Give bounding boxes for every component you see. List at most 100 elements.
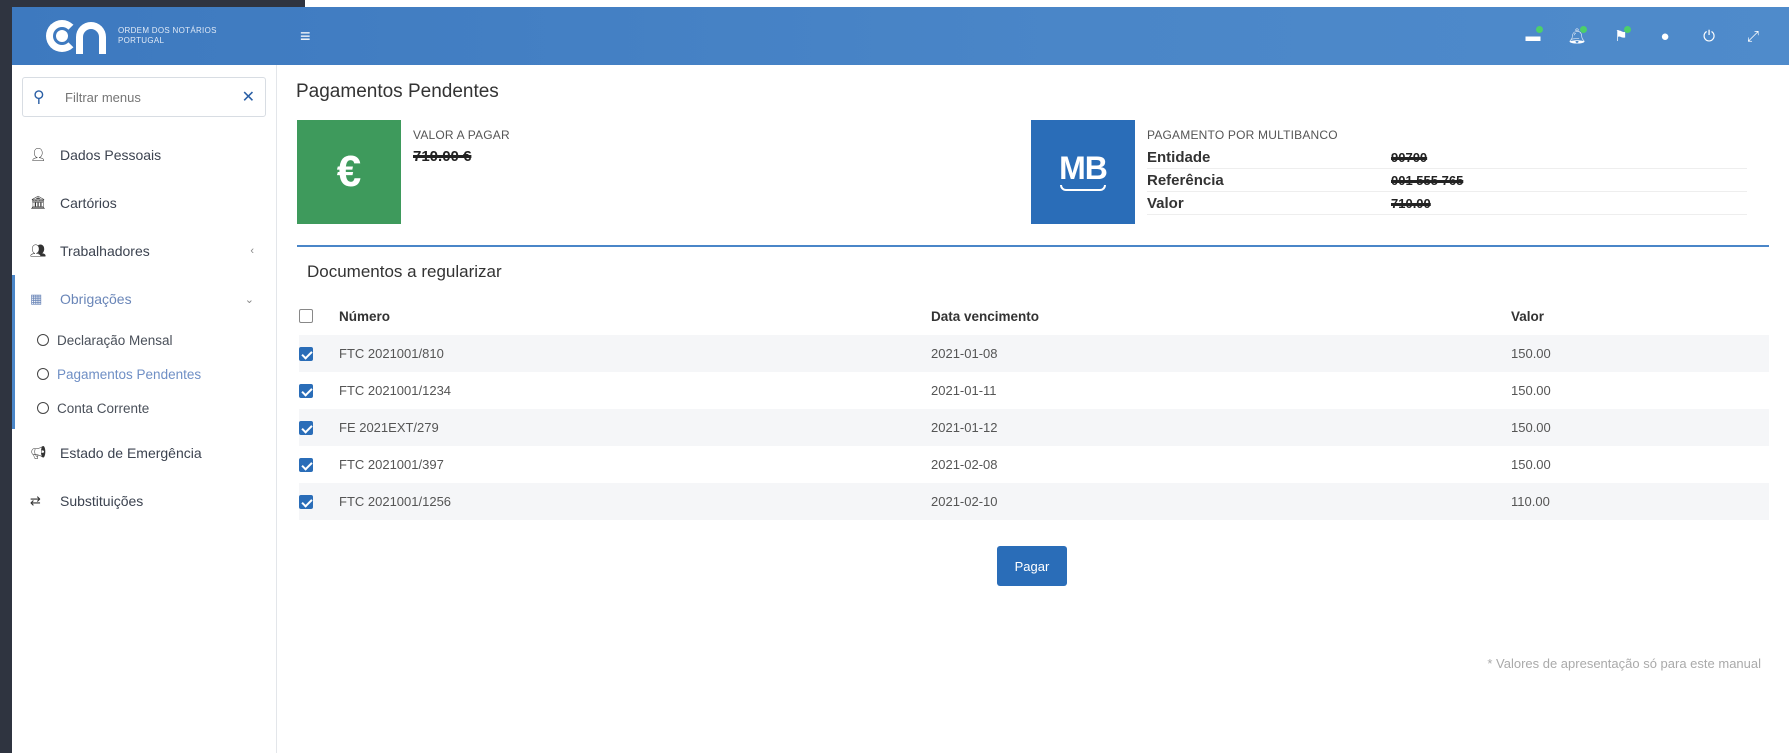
window-frame-top — [0, 0, 305, 7]
pay-button[interactable]: Pagar — [997, 546, 1067, 586]
sidebar-item-substituicoes[interactable]: ⇄ Substituições — [12, 477, 276, 525]
sidebar-item-cartorios[interactable]: 🏛︎ Cartórios — [12, 179, 276, 227]
documents-title: Documentos a regularizar — [307, 262, 502, 281]
user-icon[interactable]: ● — [1643, 16, 1687, 56]
table-row: FE 2021EXT/279 2021-01-12 150.00 — [299, 409, 1769, 446]
sidebar-item-trabalhadores[interactable]: 👥︎ Trabalhadores ‹ — [12, 227, 276, 275]
hamburger-icon[interactable]: ≡ — [300, 27, 311, 45]
sidebar-item-label: Substituições — [60, 493, 144, 509]
sidebar-subitem-pagamentos-pendentes[interactable]: Pagamentos Pendentes — [15, 357, 276, 391]
circle-icon — [37, 402, 49, 414]
cell-value: 150.00 — [1511, 346, 1551, 361]
messages-icon[interactable]: ▬ — [1511, 16, 1555, 56]
notification-badge — [1624, 26, 1631, 33]
cell-due-date: 2021-01-08 — [931, 346, 998, 361]
multibanco-row-value: 710.00 — [1391, 195, 1431, 211]
euro-icon: € — [297, 120, 401, 224]
circle-icon — [37, 334, 49, 346]
logo-mark-icon — [42, 16, 110, 56]
notification-badge — [1536, 26, 1543, 33]
close-icon[interactable]: ✕ — [242, 87, 255, 107]
sidebar-subitem-label: Pagamentos Pendentes — [57, 366, 202, 382]
row-checkbox[interactable] — [299, 494, 313, 509]
main-content: Pagamentos Pendentes € VALOR A PAGAR 710… — [285, 65, 1769, 753]
sidebar-menu: 👤︎ Dados Pessoais 🏛︎ Cartórios 👥︎ Trabal… — [12, 131, 276, 525]
user-icon: 👤︎ — [30, 147, 47, 162]
table-row: FTC 2021001/810 2021-01-08 150.00 — [299, 335, 1769, 372]
multibanco-row-valor: Valor 710.00 — [1147, 192, 1747, 215]
sidebar-subitem-label: Conta Corrente — [57, 400, 150, 416]
cell-value: 110.00 — [1511, 494, 1550, 509]
cell-value: 150.00 — [1511, 457, 1551, 472]
sidebar-item-estado-emergencia[interactable]: 📢︎ Estado de Emergência — [12, 429, 276, 477]
window-frame-top-light — [305, 0, 1789, 7]
expand-icon[interactable]: ⤢ — [1731, 16, 1775, 56]
sidebar-subitem-declaracao-mensal[interactable]: Declaração Mensal — [15, 323, 276, 357]
header-due-date[interactable]: Data vencimento — [931, 309, 1511, 324]
multibanco-rows: Entidade 90700 Referência 001 555 765 Va… — [1147, 146, 1747, 215]
table-header: Número Data vencimento Valor — [299, 297, 1769, 335]
cell-number: FE 2021EXT/279 — [339, 420, 439, 435]
multibanco-row-value: 90700 — [1391, 149, 1428, 165]
calculator-icon: ▦ — [30, 291, 43, 306]
documents-table: Número Data vencimento Valor FTC 2021001… — [299, 297, 1769, 520]
multibanco-icon: MB — [1031, 120, 1135, 224]
sidebar-item-dados-pessoais[interactable]: 👤︎ Dados Pessoais — [12, 131, 276, 179]
header-number[interactable]: Número — [339, 309, 931, 324]
logo-text-line1: ORDEM DOS NOTÁRIOS — [118, 26, 217, 35]
row-checkbox[interactable] — [299, 420, 313, 435]
multibanco-card: MB PAGAMENTO POR MULTIBANCO Entidade 907… — [1031, 120, 1747, 224]
power-icon[interactable]: ⏻ — [1687, 16, 1731, 56]
cell-value: 150.00 — [1511, 383, 1551, 398]
notification-badge — [1580, 26, 1587, 33]
search-box: ⚲ ✕ — [22, 77, 266, 117]
sidebar-item-label: Trabalhadores — [60, 243, 150, 259]
section-divider — [297, 245, 1769, 247]
row-checkbox[interactable] — [299, 383, 313, 398]
sidebar-item-label: Cartórios — [60, 195, 117, 211]
cell-number: FTC 2021001/1256 — [339, 494, 452, 509]
window-frame-left — [0, 0, 12, 753]
sidebar-subitem-conta-corrente[interactable]: Conta Corrente — [15, 391, 276, 425]
multibanco-icon-text: MB — [1059, 150, 1108, 186]
circle-icon — [37, 368, 49, 380]
sidebar-item-label: Dados Pessoais — [60, 147, 162, 163]
footnote: * Valores de apresentação só para este m… — [1487, 656, 1761, 671]
header-value[interactable]: Valor — [1511, 309, 1769, 324]
row-checkbox[interactable] — [299, 457, 313, 472]
sidebar-item-obrigacoes[interactable]: ▦ Obrigações ⌄ — [12, 275, 276, 323]
cell-number: FTC 2021001/1234 — [339, 383, 452, 398]
sidebar-item-label: Estado de Emergência — [60, 445, 202, 461]
sidebar-item-label: Obrigações — [60, 291, 132, 307]
table-row: FTC 2021001/1256 2021-02-10 110.00 — [299, 483, 1769, 520]
amount-card: € VALOR A PAGAR 710.00 € — [297, 120, 510, 224]
multibanco-row-key: Referência — [1147, 171, 1224, 189]
amount-label: VALOR A PAGAR — [413, 128, 510, 142]
chevron-down-icon: ⌄ — [244, 293, 254, 306]
cell-due-date: 2021-01-12 — [931, 420, 998, 435]
multibanco-row-value: 001 555 765 — [1391, 172, 1464, 188]
select-all-checkbox[interactable] — [299, 309, 313, 323]
flag-icon[interactable]: ⚑ — [1599, 16, 1643, 56]
multibanco-row-key: Valor — [1147, 194, 1184, 212]
megaphone-icon: 📢︎ — [30, 445, 47, 460]
bank-icon: 🏛︎ — [30, 195, 47, 210]
submenu-obrigacoes: Declaração Mensal Pagamentos Pendentes C… — [12, 323, 276, 429]
cell-due-date: 2021-01-11 — [931, 383, 997, 398]
users-icon: 👥︎ — [30, 243, 47, 258]
search-input[interactable] — [65, 89, 242, 105]
multibanco-row-key: Entidade — [1147, 148, 1211, 166]
cell-due-date: 2021-02-10 — [931, 494, 998, 509]
table-row: FTC 2021001/397 2021-02-08 150.00 — [299, 446, 1769, 483]
sidebar-subitem-label: Declaração Mensal — [57, 332, 173, 348]
top-header: ORDEM DOS NOTÁRIOS PORTUGAL ≡ ▬ 🔔︎ ⚑ ● ⏻… — [12, 7, 1789, 65]
chevron-left-icon: ‹ — [250, 245, 254, 257]
cell-value: 150.00 — [1511, 420, 1551, 435]
logo[interactable]: ORDEM DOS NOTÁRIOS PORTUGAL — [12, 7, 290, 65]
bell-icon[interactable]: 🔔︎ — [1555, 16, 1599, 56]
cell-number: FTC 2021001/810 — [339, 346, 444, 361]
amount-card-info: VALOR A PAGAR 710.00 € — [401, 120, 510, 220]
search-icon: ⚲ — [33, 89, 45, 106]
row-checkbox[interactable] — [299, 346, 313, 361]
sidebar: ⚲ ✕ 👤︎ Dados Pessoais 🏛︎ Cartórios 👥︎ Tr… — [12, 65, 277, 753]
